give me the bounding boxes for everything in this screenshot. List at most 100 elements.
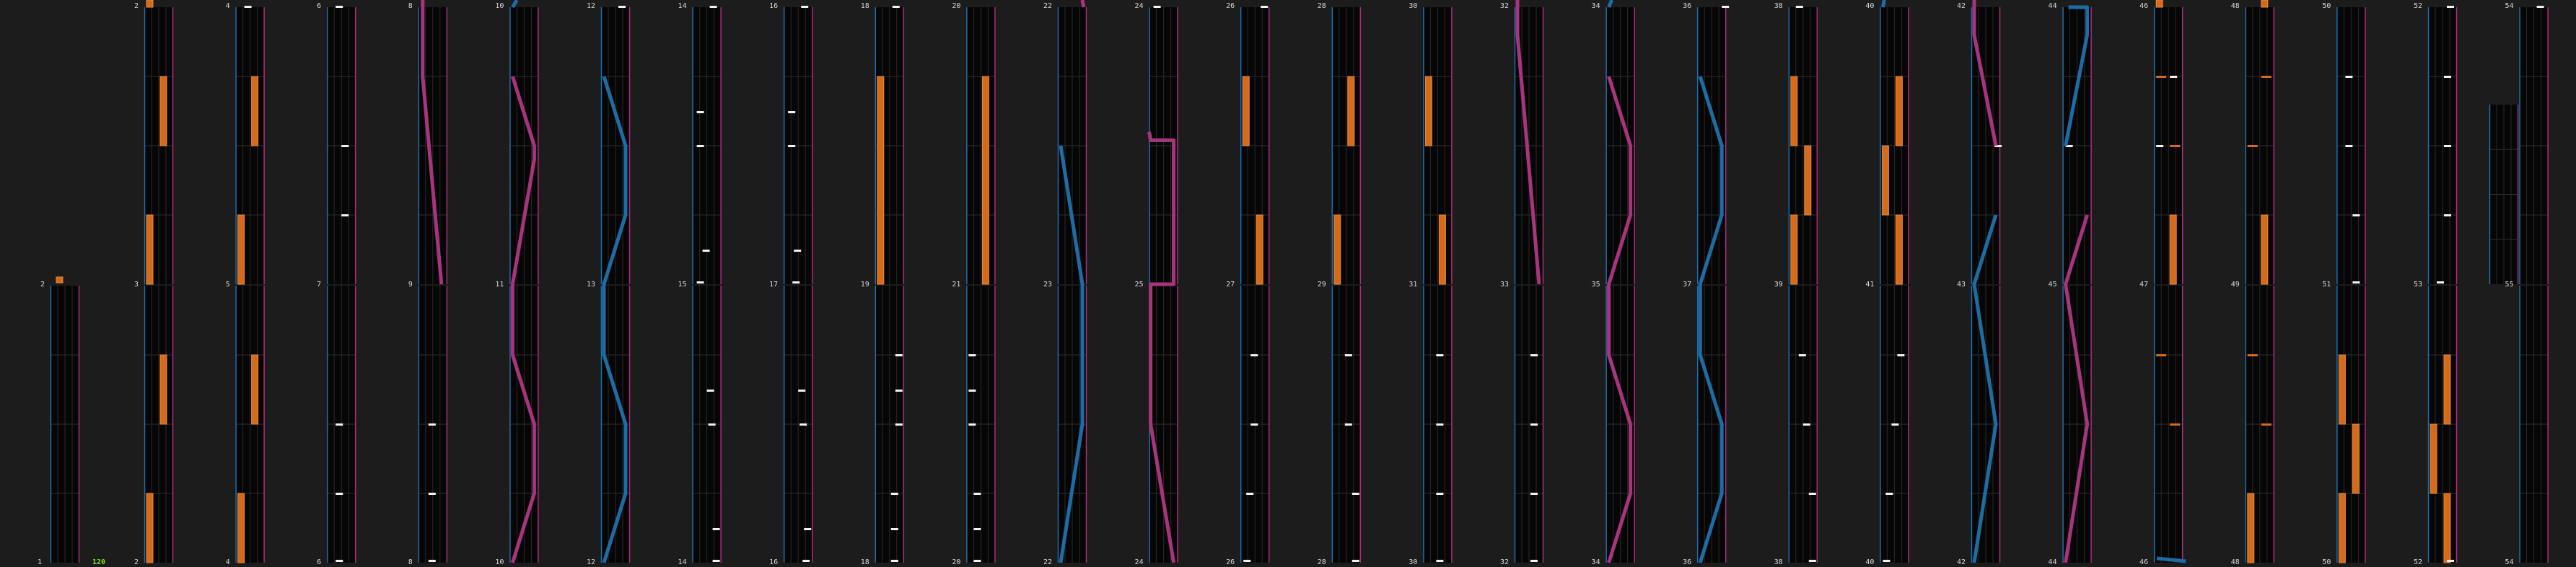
tap-note xyxy=(2352,281,2360,284)
measure-number-mid: 31 xyxy=(1409,281,1417,289)
measure-number-mid: 53 xyxy=(2414,281,2422,289)
measure-number-mid: 49 xyxy=(2231,281,2240,289)
tap-note xyxy=(968,423,976,426)
tap-note xyxy=(341,145,349,147)
hold-end-marker xyxy=(2261,76,2271,78)
measure-number-mid: 3 xyxy=(134,281,139,289)
measure-number-bottom: 16 xyxy=(769,558,778,566)
hold-note xyxy=(2155,0,2163,8)
measure-number-bottom: 30 xyxy=(1409,558,1417,566)
tap-note xyxy=(2345,76,2353,78)
tap-note xyxy=(895,423,903,426)
measure-number-bottom: 46 xyxy=(2139,558,2148,566)
hold-note xyxy=(2247,493,2255,563)
measure-number-mid: 11 xyxy=(495,281,504,289)
measure-number-mid: 37 xyxy=(1683,281,1691,289)
measure-number-top: 22 xyxy=(1043,2,1052,10)
tap-note xyxy=(804,528,812,530)
hold-note xyxy=(237,214,245,285)
tap-note xyxy=(968,354,976,356)
background xyxy=(0,0,2576,567)
hold-note xyxy=(2261,0,2269,8)
tap-note xyxy=(1250,354,1258,356)
tap-note xyxy=(712,528,720,530)
tap-note xyxy=(1530,423,1538,426)
tap-note xyxy=(801,6,809,8)
measure-number-bottom: 14 xyxy=(678,558,687,566)
measure-number-mid: 51 xyxy=(2322,281,2331,289)
measure-number-mid: 25 xyxy=(1135,281,1144,289)
measure-number-top: 54 xyxy=(2505,2,2514,10)
tap-note xyxy=(1808,560,1816,562)
measure-number-mid: 29 xyxy=(1318,281,1326,289)
hold-end-marker xyxy=(2247,354,2258,356)
tap-note xyxy=(2345,145,2353,147)
measure-number-bottom: 38 xyxy=(1774,558,1783,566)
tap-note xyxy=(973,493,981,495)
tap-note xyxy=(2352,214,2360,216)
measure-number-bottom: 12 xyxy=(587,558,595,566)
tap-note xyxy=(336,6,343,8)
hold-note xyxy=(1804,145,1812,216)
tap-note xyxy=(1795,6,1803,8)
tap-note xyxy=(2536,6,2544,8)
hold-note xyxy=(146,0,154,8)
tap-note xyxy=(696,281,704,284)
tap-note xyxy=(706,390,714,392)
tap-note xyxy=(1436,423,1444,426)
measure-number-left-top: 2 xyxy=(40,281,45,289)
hold-note xyxy=(237,493,245,563)
tap-note xyxy=(890,528,898,530)
tap-note xyxy=(802,560,810,562)
measure-number-mid: 41 xyxy=(1865,281,1874,289)
hold-note xyxy=(1242,76,1250,146)
measure-number-bottom: 4 xyxy=(226,558,230,566)
measure-number-mid: 13 xyxy=(587,281,595,289)
hold-note xyxy=(1790,214,1798,285)
hold-note xyxy=(1790,76,1798,146)
measure-number-top: 48 xyxy=(2231,2,2240,10)
hold-end-marker xyxy=(2156,354,2167,356)
tap-note xyxy=(2437,281,2444,284)
tap-note xyxy=(2444,145,2451,147)
tap-note xyxy=(1798,354,1806,356)
measure-number-top: 46 xyxy=(2139,2,2148,10)
tap-note xyxy=(892,6,900,8)
hold-note xyxy=(146,493,154,563)
tap-note xyxy=(1250,423,1258,426)
measure-number-bottom: 1 xyxy=(38,558,42,566)
hold-note xyxy=(2169,214,2177,285)
tap-note xyxy=(336,560,343,562)
hold-end-marker xyxy=(2170,423,2181,426)
tap-note xyxy=(1530,560,1538,562)
measure-number-top: 4 xyxy=(226,2,230,10)
tap-note xyxy=(895,354,903,356)
measure-number-bottom: 24 xyxy=(1135,558,1144,566)
hold-note xyxy=(1438,214,1446,285)
tap-note xyxy=(428,423,436,426)
measure-number-bottom: 28 xyxy=(1318,558,1326,566)
tap-note xyxy=(708,423,716,426)
hold-note xyxy=(981,76,989,285)
tap-note xyxy=(696,145,704,147)
hold-end-marker xyxy=(2247,145,2258,147)
hold-note xyxy=(146,214,154,285)
tap-note xyxy=(428,560,436,562)
measure-number-bottom: 22 xyxy=(1043,558,1052,566)
measure-number-bottom: 20 xyxy=(952,558,960,566)
measure-number-mid: 27 xyxy=(1226,281,1235,289)
measure-number-bottom: 48 xyxy=(2231,558,2240,566)
tap-note xyxy=(696,111,704,113)
measure-number-top: 34 xyxy=(1592,2,1600,10)
measure-number-bottom: 52 xyxy=(2414,558,2422,566)
bpm-marker: 120 xyxy=(92,558,105,566)
hold-note xyxy=(159,354,167,425)
measure-number-mid: 19 xyxy=(861,281,869,289)
tap-note xyxy=(2444,214,2451,216)
hold-note xyxy=(159,76,167,146)
measure-number-bottom: 32 xyxy=(1500,558,1509,566)
hold-note xyxy=(2430,423,2437,494)
hold-note xyxy=(2443,493,2451,563)
measure-number-top: 44 xyxy=(2049,2,2057,10)
measure-number-bottom: 26 xyxy=(1226,558,1235,566)
